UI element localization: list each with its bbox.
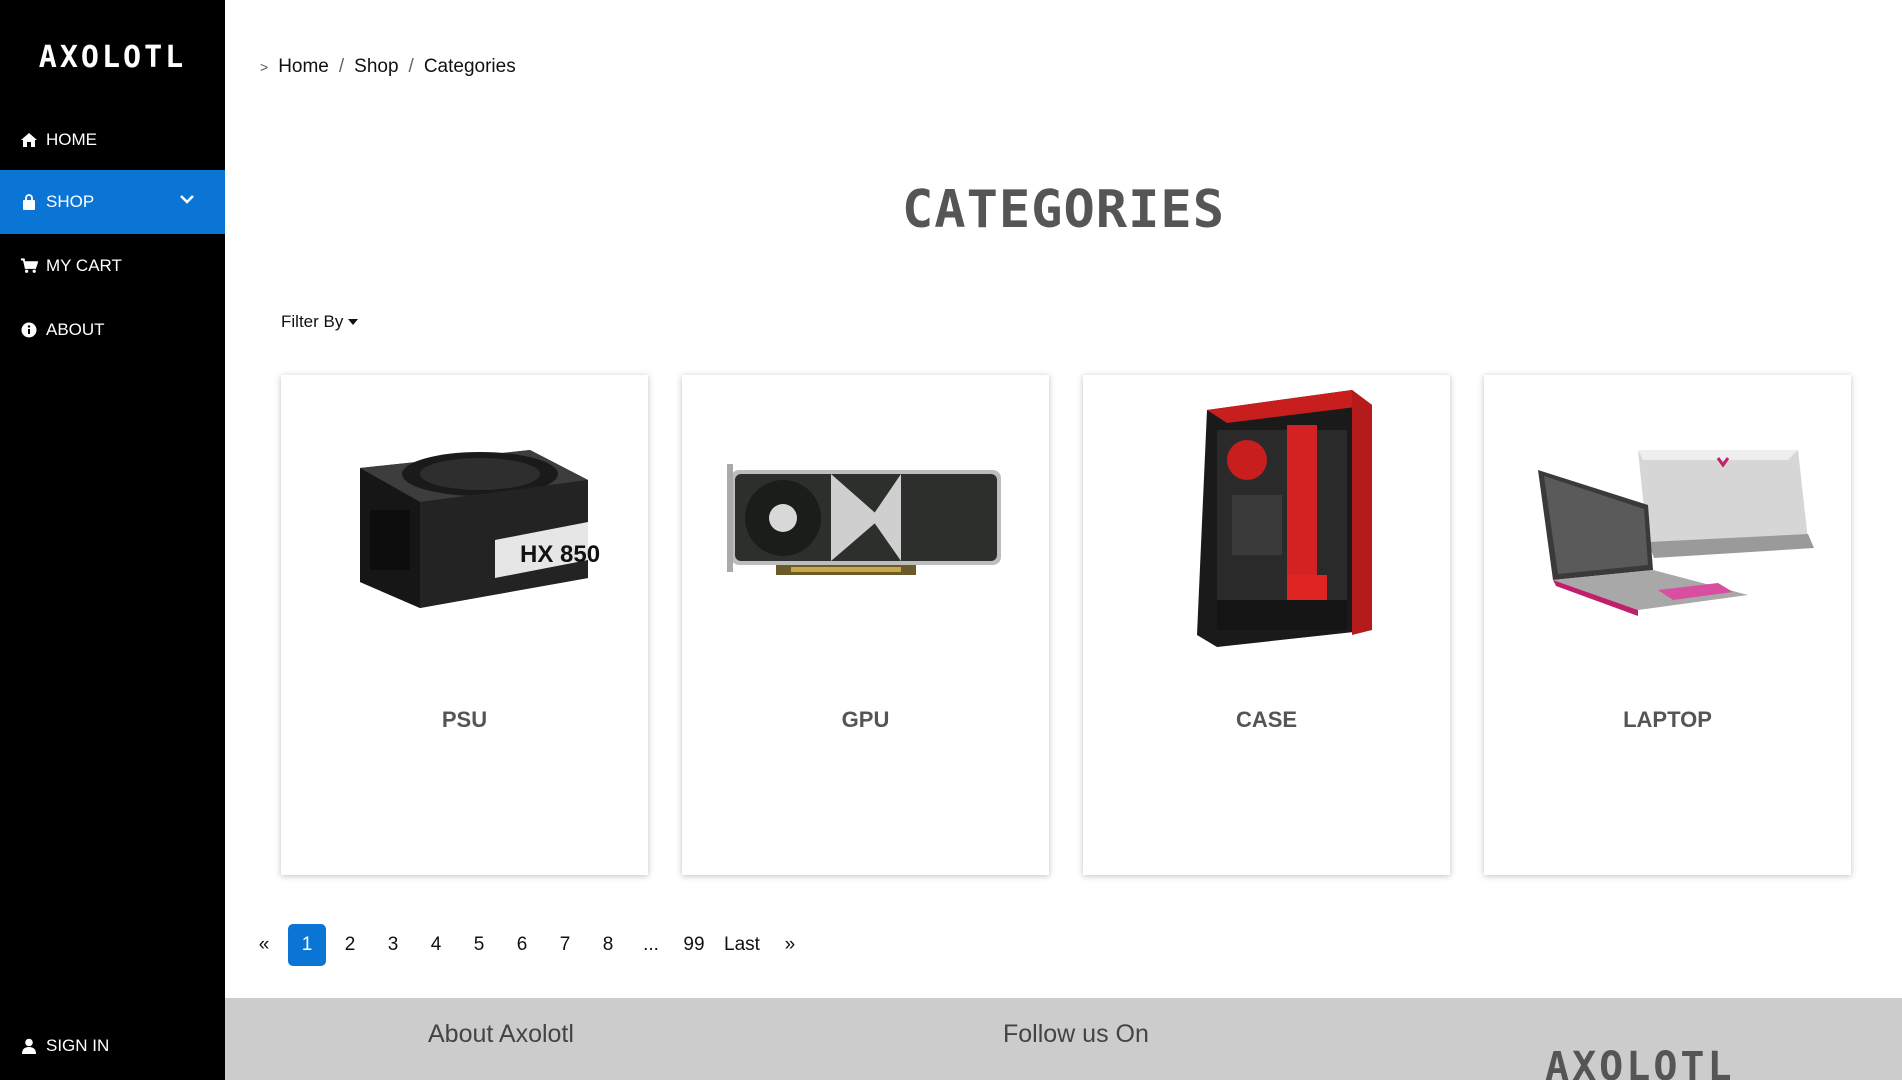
category-name: CASE [1235, 707, 1298, 732]
breadcrumb-chevron-icon: > [260, 59, 269, 75]
category-card-laptop[interactable]: LAPTOP [1484, 375, 1851, 875]
case-image [1103, 390, 1430, 650]
pagination-page-1[interactable]: 1 [288, 924, 326, 966]
pagination-page-7[interactable]: 7 [546, 924, 584, 966]
pagination-page-3[interactable]: 3 [374, 924, 412, 966]
caret-down-icon [348, 319, 359, 325]
pagination-page-8[interactable]: 8 [589, 924, 627, 966]
sidebar-item-label: MY CART [46, 256, 122, 275]
category-name: LAPTOP [1623, 707, 1712, 732]
sidebar-item-about[interactable]: ABOUT [0, 298, 225, 362]
page-title: CATEGORIES [901, 180, 1226, 240]
filter-dropdown[interactable]: Filter By [281, 312, 359, 332]
user-icon [20, 1037, 38, 1055]
filter-label: Filter By [281, 312, 344, 331]
main-content: > Home / Shop / Categories CATEGORIES Fi… [225, 0, 1902, 1080]
breadcrumb-separator: / [408, 56, 414, 77]
pagination-next[interactable]: » [771, 924, 809, 966]
chevron-down-icon[interactable] [179, 190, 195, 210]
category-card-case[interactable]: CASE [1083, 375, 1450, 875]
sidebar-item-label: HOME [46, 130, 97, 149]
psu-image-text: HX 850 [520, 541, 600, 568]
sign-in-label: SIGN IN [46, 1036, 110, 1055]
pagination: « 1 2 3 4 5 6 7 8 ... 99 Last » [245, 924, 814, 966]
pagination-ellipsis: ... [643, 934, 659, 955]
category-card-gpu[interactable]: GPU [682, 375, 1049, 875]
pagination-page-4[interactable]: 4 [417, 924, 455, 966]
sidebar-item-label: ABOUT [46, 320, 105, 339]
category-card-psu[interactable]: HX 850 PSU [281, 375, 648, 875]
info-icon [20, 321, 38, 339]
shopping-bag-icon [20, 193, 38, 211]
footer: About Axolotl Follow us On AXOLOTL [225, 998, 1902, 1080]
sidebar-item-shop[interactable]: SHOP [0, 170, 225, 234]
laptop-image [1504, 390, 1831, 650]
sidebar-item-label: SHOP [46, 192, 95, 211]
pagination-prev[interactable]: « [245, 924, 283, 966]
pagination-page-2[interactable]: 2 [331, 924, 369, 966]
category-grid: HX 850 PSU GPU CASE LAPTOP [281, 375, 1851, 875]
sign-in-button[interactable]: SIGN IN [0, 1018, 225, 1074]
pagination-page-99[interactable]: 99 [675, 924, 713, 966]
sidebar-item-home[interactable]: HOME [0, 108, 225, 172]
breadcrumb-current: Categories [423, 56, 516, 77]
footer-logo: AXOLOTL [1545, 1044, 1735, 1080]
cart-icon [20, 257, 38, 275]
category-name: PSU [441, 707, 488, 732]
category-name: GPU [841, 707, 890, 732]
sidebar-item-cart[interactable]: MY CART [0, 234, 225, 298]
home-icon [20, 131, 38, 149]
gpu-image [702, 390, 1029, 650]
brand-logo[interactable]: AXOLOTL [0, 40, 225, 75]
pagination-page-5[interactable]: 5 [460, 924, 498, 966]
pagination-page-6[interactable]: 6 [503, 924, 541, 966]
breadcrumb: > Home / Shop / Categories [260, 56, 516, 78]
psu-image: HX 850 [301, 390, 628, 650]
breadcrumb-shop[interactable]: Shop [354, 56, 398, 78]
pagination-last[interactable]: Last [718, 924, 766, 966]
footer-follow-heading: Follow us On [1003, 1020, 1149, 1048]
footer-about-heading: About Axolotl [428, 1020, 574, 1048]
breadcrumb-home[interactable]: Home [278, 56, 329, 78]
breadcrumb-separator: / [338, 56, 345, 77]
sidebar: AXOLOTL HOME SHOP MY CART ABOUT SIGN IN [0, 0, 225, 1080]
